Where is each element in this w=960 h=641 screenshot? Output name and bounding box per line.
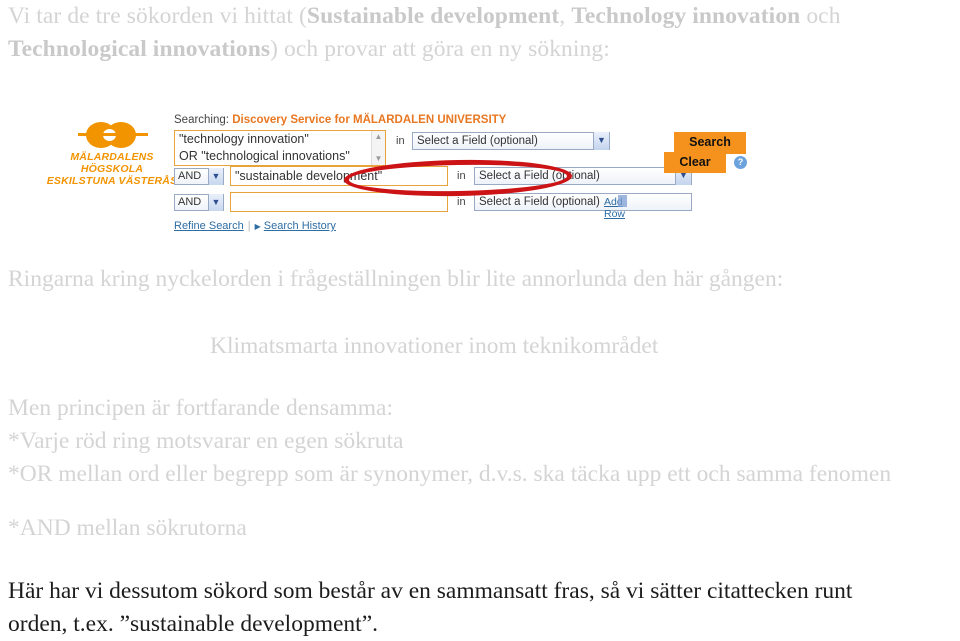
search-history-link[interactable]: Search History bbox=[264, 220, 336, 232]
field-select-3[interactable]: Select a Field (optional) bbox=[474, 193, 692, 211]
textarea-scrollbar-1[interactable]: ▲ ▼ bbox=[371, 131, 385, 165]
triangle-right-icon: ▶ bbox=[254, 222, 261, 231]
scroll-up-arrow-icon[interactable]: ▲ bbox=[372, 131, 385, 143]
principen-line-2: *Varje röd ring motsvarar en egen sökrut… bbox=[8, 428, 404, 454]
search-button[interactable]: Search bbox=[674, 132, 746, 154]
intro-paragraph: Vi tar de tre sökorden vi hittat (Sustai… bbox=[8, 0, 898, 66]
field-select-value-3: Select a Field (optional) bbox=[479, 196, 600, 208]
mouse-cursor-icon bbox=[618, 195, 627, 207]
refine-search-link[interactable]: Refine Search bbox=[174, 220, 244, 232]
help-icon[interactable]: ? bbox=[734, 156, 747, 169]
boolean-select-3[interactable]: AND ▼ bbox=[174, 194, 224, 211]
intro-text-part2: , bbox=[559, 3, 572, 29]
logo-line-1: MÄLARDALENS HÖGSKOLA bbox=[70, 151, 154, 175]
chevron-down-icon[interactable]: ▼ bbox=[208, 194, 223, 211]
malardalen-university-logo: MÄLARDALENS HÖGSKOLA ESKILSTUNA VÄSTERÅS bbox=[46, 120, 178, 187]
clear-button[interactable]: Clear bbox=[664, 152, 726, 173]
intro-keyword-technology-innovation: Technology innovation bbox=[571, 3, 801, 29]
principen-line-3: *OR mellan ord eller begrepp som är syno… bbox=[8, 461, 892, 487]
scroll-down-arrow-icon[interactable]: ▼ bbox=[372, 153, 385, 165]
logo-wordmark: MÄLARDALENS HÖGSKOLA ESKILSTUNA VÄSTERÅS bbox=[46, 151, 178, 187]
paragraph-principen: Men principen är fortfarande densamma: *… bbox=[8, 392, 958, 491]
intro-keyword-sustainable-development: Sustainable development bbox=[306, 3, 560, 29]
intro-text-part4: ) och provar att göra en ny sökning: bbox=[270, 36, 610, 62]
add-row-link[interactable]: Add Row bbox=[604, 195, 627, 220]
searching-header: Searching: Discovery Service for MÄLARDA… bbox=[174, 114, 506, 126]
boolean-select-2[interactable]: AND ▼ bbox=[174, 168, 224, 185]
ebsco-search-screenshot: MÄLARDALENS HÖGSKOLA ESKILSTUNA VÄSTERÅS… bbox=[46, 114, 786, 249]
intro-text-part1: Vi tar de tre sökorden vi hittat ( bbox=[8, 3, 307, 29]
boolean-value-2: AND bbox=[178, 170, 202, 182]
search-term-value-1: "technology innovation" OR "technologica… bbox=[179, 132, 350, 163]
in-label-3: in bbox=[457, 196, 466, 208]
boolean-value-3: AND bbox=[178, 196, 202, 208]
intro-text-part3: och bbox=[800, 3, 841, 29]
paragraph-and-mellan-sokrutorna: *AND mellan sökrutorna bbox=[8, 515, 247, 541]
searching-label: Searching: bbox=[174, 114, 229, 126]
paragraph-klimatsmarta: Klimatsmarta innovationer inom teknikomr… bbox=[210, 333, 659, 359]
logo-line-2: ESKILSTUNA VÄSTERÅS bbox=[46, 175, 178, 187]
intro-keyword-technological-innovations: Technological innovations bbox=[8, 36, 271, 62]
searching-database-name: Discovery Service for MÄLARDALEN UNIVERS… bbox=[232, 114, 507, 126]
chevron-down-icon[interactable]: ▼ bbox=[208, 168, 223, 185]
paragraph-ringarna: Ringarna kring nyckelorden i frågeställn… bbox=[8, 266, 784, 292]
refine-links: Refine Search | ▶ Search History bbox=[174, 220, 336, 232]
chevron-down-icon[interactable]: ▼ bbox=[593, 132, 609, 150]
in-label-1: in bbox=[396, 135, 405, 147]
field-select-value-1: Select a Field (optional) bbox=[417, 135, 538, 147]
principen-line-1: Men principen är fortfarande densamma: bbox=[8, 395, 393, 421]
link-separator: | bbox=[247, 220, 251, 232]
field-select-1[interactable]: Select a Field (optional) ▼ bbox=[412, 132, 610, 150]
logo-mark-icon bbox=[76, 120, 150, 150]
search-term-input-1[interactable]: "technology innovation" OR "technologica… bbox=[174, 130, 386, 166]
paragraph-citattecken: Här har vi dessutom sökord som består av… bbox=[8, 578, 853, 637]
